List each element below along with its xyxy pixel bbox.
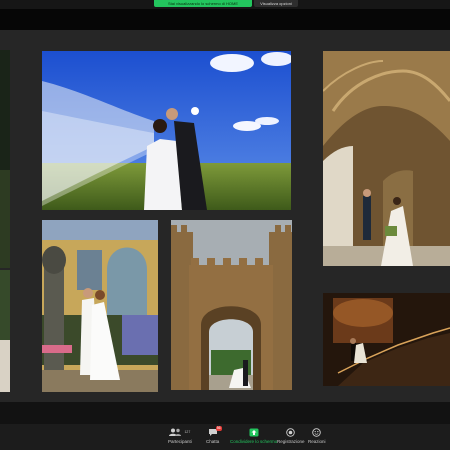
participants-button[interactable]: 127 Partecipanti [168, 427, 192, 444]
reactions-button[interactable]: Reazioni [308, 427, 326, 444]
screen-share-status[interactable]: Stai visualizzando lo schermo di HOME [154, 0, 252, 7]
vaulted-corridor-photo [323, 51, 450, 266]
wedding-veil-photo [42, 51, 291, 210]
meeting-toolbar: 127 Partecipanti 56 Chatta Condividere l… [0, 424, 450, 450]
shared-screen [0, 30, 450, 402]
record-icon [286, 427, 295, 437]
reactions-label: Reazioni [308, 439, 326, 444]
view-options-menu[interactable]: Visualizza opzioni [254, 0, 298, 7]
record-label: Registrazione [277, 439, 305, 444]
castle-gate-photo [171, 220, 292, 390]
chat-badge: 56 [215, 426, 222, 431]
top-strip [0, 9, 450, 30]
participants-icon [169, 428, 182, 436]
toolbar-spacer [0, 402, 450, 424]
top-bar: Stai visualizzando lo schermo di HOME Vi… [0, 0, 450, 9]
reactions-icon [312, 427, 321, 437]
share-screen-button[interactable]: Condividere lo schermo [230, 427, 277, 444]
garden-mansion-photo [42, 220, 158, 392]
chat-label: Chatta [206, 439, 220, 444]
participants-label: Partecipanti [168, 439, 192, 444]
partial-photo-left-top [0, 50, 10, 268]
partial-photo-left-bottom [0, 270, 10, 392]
chat-button[interactable]: 56 Chatta [206, 426, 222, 444]
share-screen-label: Condividere lo schermo [230, 439, 278, 444]
participants-count: 127 [184, 430, 191, 434]
share-screen-icon [249, 428, 259, 436]
record-button[interactable]: Registrazione [277, 427, 305, 444]
staircase-photo [323, 293, 450, 386]
